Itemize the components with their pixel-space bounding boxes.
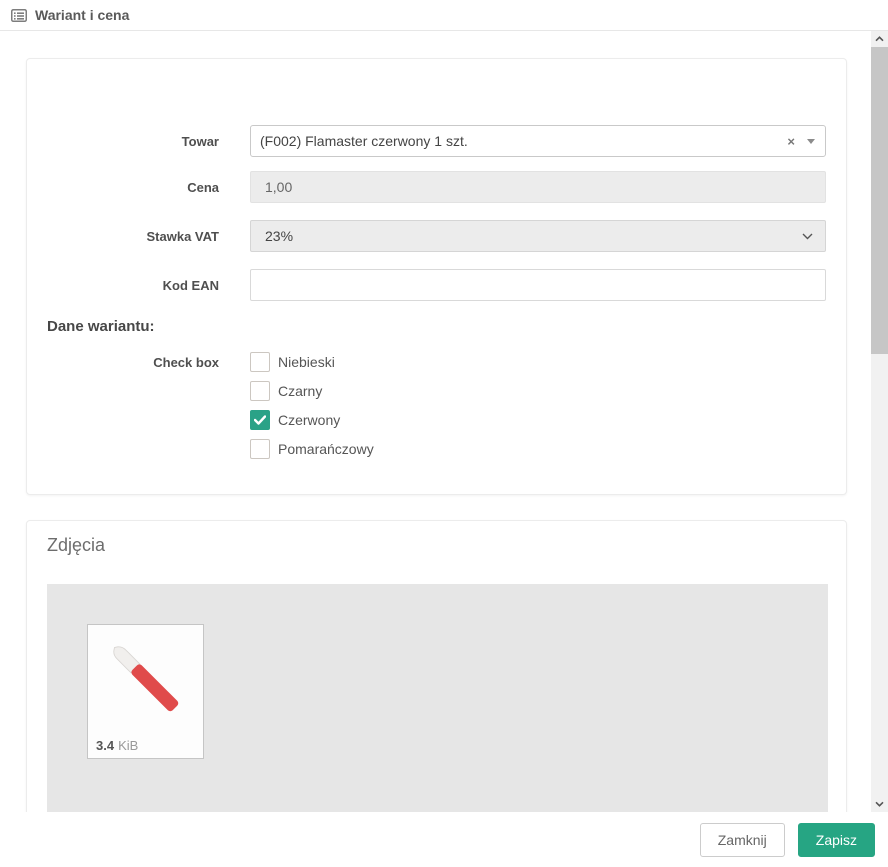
file-size-unit: KiB (118, 738, 138, 753)
checkbox[interactable] (250, 381, 270, 401)
scrollbar-thumb[interactable] (871, 47, 888, 354)
chevron-down-icon (802, 233, 813, 240)
vertical-scrollbar[interactable] (871, 31, 888, 812)
modal-footer: Zamknij Zapisz (0, 812, 888, 867)
checkbox-group-label: Check box (47, 352, 250, 370)
cena-label: Cena (47, 180, 250, 195)
modal-header: Wariant i cena (0, 0, 888, 31)
photo-thumbnail[interactable]: 3.4 KiB (87, 624, 204, 759)
variant-form-card: Towar (F002) Flamaster czerwony 1 szt. ×… (26, 58, 847, 495)
variant-data-heading: Dane wariantu: (47, 318, 826, 335)
checkbox-list: Niebieski Czarny Czerwony (250, 352, 826, 459)
ean-label: Kod EAN (47, 278, 250, 293)
towar-label: Towar (47, 134, 250, 149)
checkbox-option-niebieski[interactable]: Niebieski (250, 352, 826, 372)
page-title: Wariant i cena (35, 7, 129, 23)
file-size-badge: 3.4 KiB (88, 733, 203, 758)
vat-selected-value: 23% (265, 228, 802, 244)
checkbox-label: Pomarańczowy (278, 441, 374, 457)
form-row-ean: Kod EAN (47, 269, 826, 301)
clear-selection-icon[interactable]: × (787, 134, 795, 149)
dropdown-arrow-icon[interactable] (807, 139, 815, 144)
checkbox-label: Czarny (278, 383, 322, 399)
checkbox-option-czerwony[interactable]: Czerwony (250, 410, 826, 430)
close-button[interactable]: Zamknij (700, 823, 785, 857)
checkbox[interactable] (250, 352, 270, 372)
photos-card: Zdjęcia 3.4 KiB (26, 520, 847, 812)
photo-dropzone[interactable]: 3.4 KiB (47, 584, 828, 812)
checkbox-option-czarny[interactable]: Czarny (250, 381, 826, 401)
modal-body: Towar (F002) Flamaster czerwony 1 szt. ×… (0, 32, 871, 812)
checkbox[interactable] (250, 439, 270, 459)
vat-select[interactable]: 23% (250, 220, 826, 252)
checkbox-group-row: Check box Niebieski Czarny (47, 352, 826, 459)
checkbox[interactable] (250, 410, 270, 430)
scroll-up-icon[interactable] (871, 31, 888, 47)
scroll-down-icon[interactable] (871, 796, 888, 812)
checkbox-option-pomaranczowy[interactable]: Pomarańczowy (250, 439, 826, 459)
checkbox-label: Czerwony (278, 412, 340, 428)
ean-input[interactable] (250, 269, 826, 301)
save-button[interactable]: Zapisz (798, 823, 875, 857)
form-row-towar: Towar (F002) Flamaster czerwony 1 szt. × (47, 125, 826, 157)
cena-input (250, 171, 826, 203)
photos-title: Zdjęcia (47, 535, 826, 556)
red-marker-image (88, 625, 203, 733)
list-alt-icon (11, 9, 27, 22)
checkbox-label: Niebieski (278, 354, 335, 370)
form-row-cena: Cena (47, 171, 826, 203)
file-size-value: 3.4 (96, 738, 114, 753)
towar-selected-value: (F002) Flamaster czerwony 1 szt. (260, 133, 787, 149)
form-row-vat: Stawka VAT 23% (47, 220, 826, 252)
vat-label: Stawka VAT (47, 229, 250, 244)
towar-select[interactable]: (F002) Flamaster czerwony 1 szt. × (250, 125, 826, 157)
